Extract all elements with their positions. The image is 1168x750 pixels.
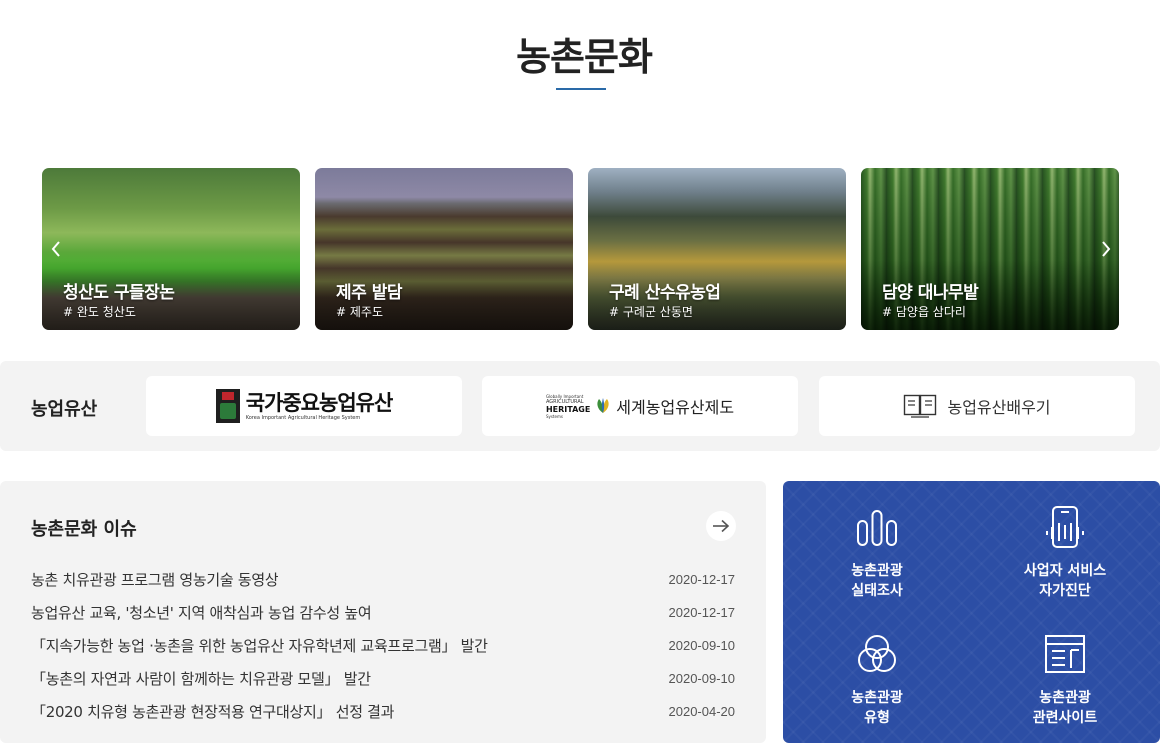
giahs-leaf-icon xyxy=(597,398,609,413)
issue-title[interactable]: 「농촌의 자연과 사람이 함께하는 치유관광 모델」 발간 xyxy=(31,668,371,689)
list-item[interactable]: 농촌 치유관광 프로그램 영농기술 동영상 2020-12-17 xyxy=(31,563,735,596)
issues-list: 농촌 치유관광 프로그램 영농기술 동영상 2020-12-17 농업유산 교육… xyxy=(31,563,735,728)
heritage-bar: 농업유산 국가중요농업유산 Korea Important Agricultur… xyxy=(0,361,1160,451)
card-location: # 구례군 산동면 xyxy=(609,305,693,319)
issue-date: 2020-04-20 xyxy=(668,704,736,719)
self-diagnosis-link[interactable]: 사업자 서비스 자가진단 xyxy=(971,481,1159,612)
card-title: 담양 대나무밭 xyxy=(882,283,979,303)
card-title: 구례 산수유농업 xyxy=(609,283,721,303)
korea-heritage-seal-icon xyxy=(215,389,240,423)
tourism-type-link[interactable]: 농촌관광 유형 xyxy=(783,612,971,743)
carousel-next-button[interactable] xyxy=(1098,234,1114,264)
rural-tourism-services-panel: 농촌관광 실태조사 사업자 서비스 자가진단 농촌관광 유형 농촌관광 관련사이… xyxy=(783,481,1160,743)
service-label-line2: 관련사이트 xyxy=(1032,710,1098,726)
giahs-link[interactable]: Globally Important AGRICULTURAL HERITAGE… xyxy=(482,376,798,436)
giahs-link-label: 세계농업유산제도 xyxy=(616,398,735,417)
korea-heritage-logo-text: 국가중요농업유산 xyxy=(245,390,394,415)
korea-heritage-link[interactable]: 국가중요농업유산 Korea Important Agricultural He… xyxy=(146,376,462,436)
issue-date: 2020-09-10 xyxy=(668,638,736,653)
carousel-card-damyang[interactable]: 담양 대나무밭 # 담양읍 삼다리 xyxy=(861,168,1119,330)
related-sites-link[interactable]: 농촌관광 관련사이트 xyxy=(971,612,1159,743)
phone-diagnosis-icon xyxy=(1046,506,1084,548)
browser-window-icon xyxy=(1045,635,1085,673)
service-label-line1: 사업자 서비스 xyxy=(1023,563,1107,579)
carousel-prev-button[interactable] xyxy=(48,234,64,264)
giahs-logo: Globally Important AGRICULTURAL HERITAGE… xyxy=(545,393,591,419)
heritage-label: 농업유산 xyxy=(31,399,98,420)
service-label-line2: 유형 xyxy=(864,710,890,726)
issue-title[interactable]: 농업유산 교육, '청소년' 지역 애착심과 농업 감수성 높여 xyxy=(31,602,371,623)
service-label-line1: 농촌관광 xyxy=(851,563,903,579)
carousel-card-jeju[interactable]: 제주 밭담 # 제주도 xyxy=(315,168,573,330)
issues-title: 농촌문화 이슈 xyxy=(31,519,137,540)
carousel-card-gurye[interactable]: 구례 산수유농업 # 구례군 산동면 xyxy=(588,168,846,330)
bar-chart-icon xyxy=(857,510,897,546)
issue-date: 2020-09-10 xyxy=(668,671,736,686)
carousel-card-cheongsando[interactable]: 청산도 구들장논 # 완도 청산도 xyxy=(42,168,300,330)
heritage-learn-link[interactable]: 농업유산배우기 xyxy=(819,376,1135,436)
card-location: # 담양읍 삼다리 xyxy=(882,305,966,319)
card-location: # 완도 청산도 xyxy=(63,305,136,319)
list-item[interactable]: 「지속가능한 농업 ·농촌을 위한 농업유산 자유학년제 교육프로그램」 발간 … xyxy=(31,629,735,662)
venn-circles-icon xyxy=(858,635,896,672)
card-location: # 제주도 xyxy=(336,305,383,319)
service-label-line2: 자가진단 xyxy=(1039,583,1091,599)
service-label-line2: 실태조사 xyxy=(851,583,903,599)
chevron-left-icon xyxy=(51,241,60,257)
list-item[interactable]: 농업유산 교육, '청소년' 지역 애착심과 농업 감수성 높여 2020-12… xyxy=(31,596,735,629)
list-item[interactable]: 「농촌의 자연과 사람이 함께하는 치유관광 모델」 발간 2020-09-10 xyxy=(31,662,735,695)
list-item[interactable]: 「2020 치유형 농촌관광 현장적용 연구대상지」 선정 결과 2020-04… xyxy=(31,695,735,728)
arrow-right-icon xyxy=(713,519,730,533)
rural-culture-issues-panel: 농촌문화 이슈 농촌 치유관광 프로그램 영농기술 동영상 2020-12-17… xyxy=(0,481,766,743)
tourism-survey-link[interactable]: 농촌관광 실태조사 xyxy=(783,481,971,612)
issue-date: 2020-12-17 xyxy=(668,605,736,620)
book-icon xyxy=(904,394,937,418)
service-label-line1: 농촌관광 xyxy=(1039,690,1091,706)
chevron-right-icon xyxy=(1102,241,1111,257)
korea-heritage-logo-subtitle: Korea Important Agricultural Heritage Sy… xyxy=(245,415,361,421)
service-label-line1: 농촌관광 xyxy=(851,690,903,706)
issue-title[interactable]: 「지속가능한 농업 ·농촌을 위한 농업유산 자유학년제 교육프로그램」 발간 xyxy=(31,635,488,656)
card-title: 청산도 구들장논 xyxy=(63,283,175,303)
title-underline xyxy=(556,88,606,90)
page-title: 농촌문화 xyxy=(516,35,653,79)
issues-more-button[interactable] xyxy=(706,511,736,541)
heritage-learn-label: 농업유산배우기 xyxy=(947,398,1051,417)
issue-date: 2020-12-17 xyxy=(668,572,736,587)
issue-title[interactable]: 농촌 치유관광 프로그램 영농기술 동영상 xyxy=(31,569,278,590)
heritage-carousel: 청산도 구들장논 # 완도 청산도 제주 밭담 # 제주도 구례 산수유농업 #… xyxy=(42,168,1120,330)
issue-title[interactable]: 「2020 치유형 농촌관광 현장적용 연구대상지」 선정 결과 xyxy=(31,701,394,722)
card-title: 제주 밭담 xyxy=(336,283,402,303)
